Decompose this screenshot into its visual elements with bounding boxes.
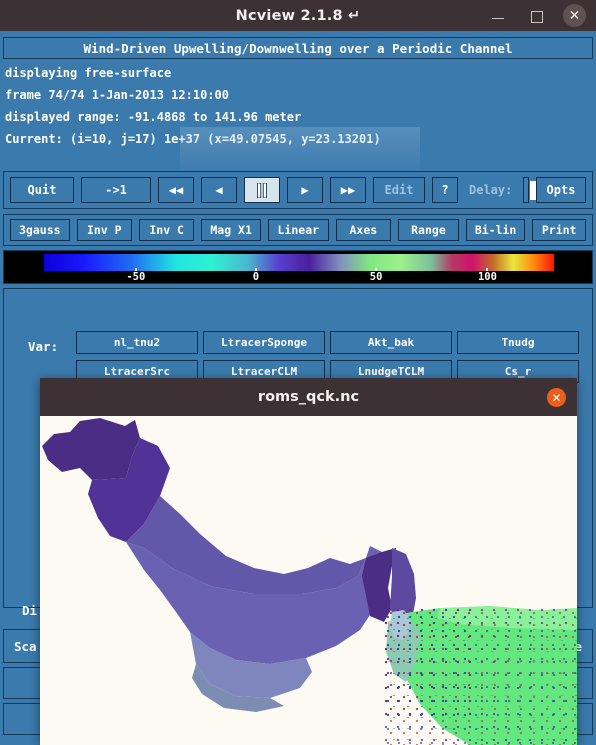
info-displayed-range: displayed range: -91.4868 to 141.96 mete… xyxy=(5,110,302,124)
scale-transform-button[interactable]: Linear xyxy=(267,219,329,241)
playback-toolbar: Quit ->1 ◀◀ ◀ ▶ ▶▶ Edit ? Delay: Opts xyxy=(3,171,593,209)
range-button[interactable]: Range xyxy=(398,219,459,241)
colorbar[interactable]: -50 0 50 100 xyxy=(3,250,593,284)
variable-label: Var: xyxy=(28,339,59,354)
maximize-button[interactable] xyxy=(525,5,547,27)
minimize-button[interactable] xyxy=(487,5,509,27)
info-frame: frame 74/74 1-Jan-2013 12:10:00 xyxy=(5,88,229,102)
print-button[interactable]: Print xyxy=(532,219,586,241)
quit-button[interactable]: Quit xyxy=(10,177,74,203)
variable-button-ltracersponge[interactable]: LtracerSponge xyxy=(203,331,325,354)
dimension-label: Di xyxy=(22,603,38,618)
colormap-button[interactable]: 3gauss xyxy=(10,219,70,241)
step-backward-icon[interactable]: ◀ xyxy=(201,177,237,203)
goto-first-frame-button[interactable]: ->1 xyxy=(81,177,151,203)
delay-input[interactable] xyxy=(523,177,537,203)
field-plot-svg xyxy=(40,416,577,745)
plot-window-titlebar: roms_qck.nc ✕ xyxy=(40,378,577,416)
window-title: Ncview 2.1.8 ↵ xyxy=(235,7,361,24)
variable-button-nl_tnu2[interactable]: nl_tnu2 xyxy=(76,331,198,354)
fast-backward-icon[interactable]: ◀◀ xyxy=(158,177,194,203)
title-banner-text: Wind-Driven Upwelling/Downwelling over a… xyxy=(83,40,513,56)
plot-close-button[interactable]: ✕ xyxy=(547,388,566,407)
help-button[interactable]: ? xyxy=(432,177,458,203)
info-displaying: displaying free-surface xyxy=(5,66,172,80)
variable-button-akt_bak[interactable]: Akt_bak xyxy=(330,331,452,354)
options-toolbar: 3gauss Inv P Inv C Mag X1 Linear Axes Ra… xyxy=(3,214,593,246)
colorbar-gradient xyxy=(44,254,554,271)
axes-button[interactable]: Axes xyxy=(335,219,392,241)
invert-colormap-button[interactable]: Inv C xyxy=(138,219,195,241)
step-forward-icon[interactable]: ▶ xyxy=(287,177,323,203)
plot-canvas[interactable] xyxy=(40,416,577,745)
title-banner: Wind-Driven Upwelling/Downwelling over a… xyxy=(3,37,593,59)
info-current-value: Current: (i=10, j=17) 1e+37 (x=49.07545,… xyxy=(5,132,381,146)
variable-button-tnudg[interactable]: Tnudg xyxy=(457,331,579,354)
edit-button[interactable]: Edit xyxy=(373,177,425,203)
colorbar-tick-2: 50 xyxy=(369,271,383,283)
app-root: Ncview 2.1.8 ↵ ✕ Wind-Driven Upwelling/D… xyxy=(0,0,596,745)
text-caret xyxy=(530,181,537,200)
invert-physical-button[interactable]: Inv P xyxy=(76,219,132,241)
magnification-button[interactable]: Mag X1 xyxy=(201,219,261,241)
close-button[interactable]: ✕ xyxy=(563,4,586,27)
window-controls: ✕ xyxy=(487,0,592,31)
colorbar-tick-1: 0 xyxy=(252,271,260,283)
scan-label: Sca xyxy=(14,638,37,654)
colorbar-tick-3: 100 xyxy=(477,271,497,283)
delay-label: Delay: xyxy=(469,183,513,197)
plot-window-title: roms_qck.nc xyxy=(257,389,360,405)
interpolation-button[interactable]: Bi-lin xyxy=(465,219,526,241)
variable-button-grid: nl_tnu2 LtracerSponge Akt_bak Tnudg LtracerS… xyxy=(76,331,584,383)
plot-window: roms_qck.nc ✕ xyxy=(40,378,577,745)
pause-icon[interactable] xyxy=(244,177,280,203)
colorbar-tick-labels: -50 0 50 100 xyxy=(4,268,590,283)
window-titlebar: Ncview 2.1.8 ↵ ✕ xyxy=(0,0,596,31)
options-button[interactable]: Opts xyxy=(536,177,586,203)
fast-forward-icon[interactable]: ▶▶ xyxy=(330,177,366,203)
colorbar-tick-0: -50 xyxy=(126,271,146,283)
